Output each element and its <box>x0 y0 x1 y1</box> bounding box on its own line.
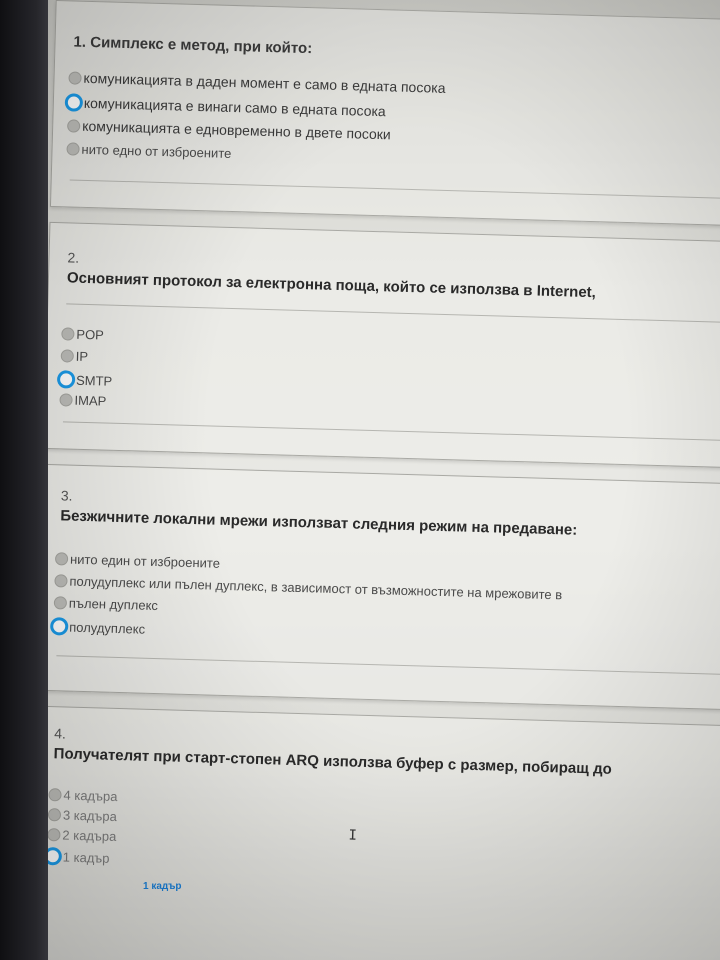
answer-option[interactable]: 3 кадъра <box>48 807 117 824</box>
radio-button-selected[interactable] <box>49 617 69 636</box>
text-cursor-icon: I <box>348 827 358 844</box>
question-card-2: 2. Основният протокол за електронна поща… <box>48 221 720 469</box>
answer-option[interactable]: полудуплекс <box>49 617 146 638</box>
answer-option[interactable]: POP <box>61 326 104 342</box>
option-label: комуникацията в даден момент е само в ед… <box>83 69 446 96</box>
quiz-page: 1. Симплекс е метод, при който: комуника… <box>48 0 720 960</box>
answer-option[interactable]: комуникацията в даден момент е само в ед… <box>68 69 446 96</box>
overlay-answer-label: 1 кадър <box>143 881 182 892</box>
radio-button[interactable] <box>54 552 69 566</box>
question-number: 3. <box>60 487 73 504</box>
answer-option[interactable]: нито един от изброените <box>54 551 221 571</box>
question-number: 4. <box>54 725 67 742</box>
answer-option[interactable]: комуникацията е винаги само в едната пос… <box>64 93 386 120</box>
question-text: Безжичните локални мрежи използват следн… <box>60 507 578 539</box>
radio-button[interactable] <box>48 788 62 802</box>
radio-button[interactable] <box>53 596 68 610</box>
radio-button[interactable] <box>66 142 80 156</box>
radio-button[interactable] <box>60 349 74 363</box>
option-label: IP <box>75 348 89 365</box>
question-divider <box>66 303 720 324</box>
card-divider <box>62 421 720 442</box>
option-label: нито един от изброените <box>69 551 221 571</box>
option-label: 1 кадър <box>62 849 110 866</box>
option-label: 4 кадъра <box>63 787 118 805</box>
option-label: 3 кадъра <box>62 807 118 825</box>
answer-option[interactable]: 2 кадъра <box>48 827 117 844</box>
answer-option[interactable]: пълен дуплекс <box>53 595 159 614</box>
card-divider <box>56 655 720 676</box>
option-label: IMAP <box>74 392 107 409</box>
answer-option[interactable]: IP <box>60 348 89 365</box>
question-card-3: 3. Безжичните локални мрежи използват сл… <box>48 463 720 711</box>
answer-option[interactable]: комуникацията е едновременно в двете пос… <box>67 117 391 142</box>
option-label: POP <box>76 326 105 343</box>
radio-button[interactable] <box>54 574 68 588</box>
radio-button[interactable] <box>48 828 61 842</box>
question-text: Основният протокол за електронна поща, к… <box>66 269 597 302</box>
screen: 1. Симплекс е метод, при който: комуника… <box>48 0 720 960</box>
radio-button-selected[interactable] <box>48 847 63 866</box>
option-label: нито едно от изброените <box>81 141 232 161</box>
question-card-4: 4. Получателят при старт-стопен ARQ изпо… <box>48 705 720 960</box>
option-label: пълен дуплекс <box>68 595 159 614</box>
option-label: полудуплекс <box>69 619 146 637</box>
radio-button[interactable] <box>68 70 82 85</box>
question-number: 2. <box>67 249 80 266</box>
answer-option[interactable]: 4 кадъра <box>48 787 118 805</box>
radio-button[interactable] <box>61 327 75 341</box>
answer-option[interactable]: IMAP <box>59 392 107 409</box>
radio-button-selected[interactable] <box>64 93 84 112</box>
radio-button[interactable] <box>67 118 81 133</box>
question-text: Получателят при старт-стопен ARQ използв… <box>53 745 613 778</box>
radio-button[interactable] <box>59 393 73 407</box>
answer-option[interactable]: 1 кадър <box>48 847 110 867</box>
radio-button[interactable] <box>48 808 62 822</box>
card-divider <box>69 179 720 200</box>
question-text: Симплекс е метод, при който: <box>89 33 313 58</box>
answer-option[interactable]: SMTP <box>56 370 113 389</box>
option-label: 2 кадъра <box>62 827 117 845</box>
question-number: 1. <box>73 33 87 51</box>
radio-button-selected[interactable] <box>56 370 76 389</box>
monitor-bezel <box>0 0 52 960</box>
option-label: SMTP <box>75 372 113 389</box>
option-label: комуникацията е едновременно в двете пос… <box>81 117 391 143</box>
option-label: комуникацията е винаги само в едната пос… <box>83 94 386 120</box>
answer-option[interactable]: нито едно от изброените <box>66 141 232 161</box>
question-card-1: 1. Симплекс е метод, при който: комуника… <box>49 0 720 227</box>
